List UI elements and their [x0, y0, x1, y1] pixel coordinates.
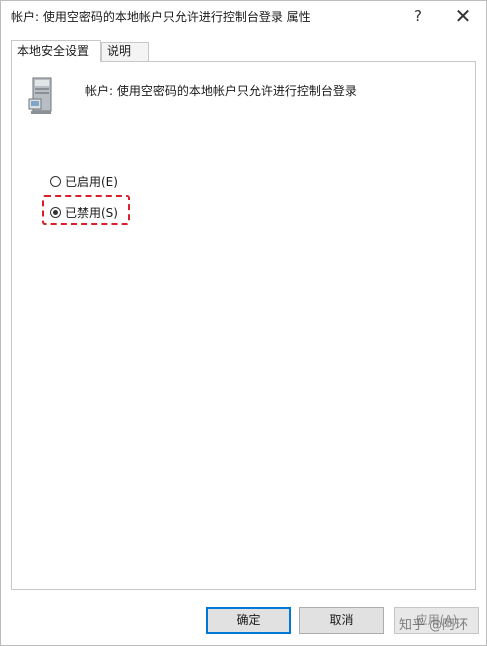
- window-title: 帐户: 使用空密码的本地帐户只允许进行控制台登录 属性: [11, 10, 311, 24]
- close-button[interactable]: ✕: [448, 5, 478, 27]
- properties-dialog: 帐户: 使用空密码的本地帐户只允许进行控制台登录 属性 ? ✕ 本地安全设置 说…: [0, 0, 487, 646]
- policy-name: 帐户: 使用空密码的本地帐户只允许进行控制台登录: [85, 84, 357, 98]
- server-computer-icon: [28, 77, 52, 114]
- radio-enabled-label[interactable]: 已启用(E): [65, 173, 118, 190]
- title-bar: 帐户: 使用空密码的本地帐户只允许进行控制台登录 属性 ? ✕: [1, 1, 486, 31]
- apply-button[interactable]: 应用(A): [394, 607, 479, 634]
- radio-disabled-label[interactable]: 已禁用(S): [65, 204, 118, 221]
- radio-disabled-circle[interactable]: [50, 206, 61, 218]
- radio-disabled[interactable]: 已禁用(S): [50, 203, 118, 221]
- cancel-button[interactable]: 取消: [299, 607, 384, 634]
- tab-panel: 帐户: 使用空密码的本地帐户只允许进行控制台登录 已启用(E) 已禁用(S): [11, 61, 476, 590]
- radio-enabled[interactable]: 已启用(E): [50, 172, 118, 190]
- tab-local-security-setting[interactable]: 本地安全设置: [11, 40, 101, 62]
- help-button[interactable]: ?: [403, 5, 433, 27]
- radio-enabled-circle[interactable]: [50, 175, 61, 187]
- ok-button[interactable]: 确定: [206, 607, 291, 634]
- tab-explain[interactable]: 说明: [101, 42, 149, 61]
